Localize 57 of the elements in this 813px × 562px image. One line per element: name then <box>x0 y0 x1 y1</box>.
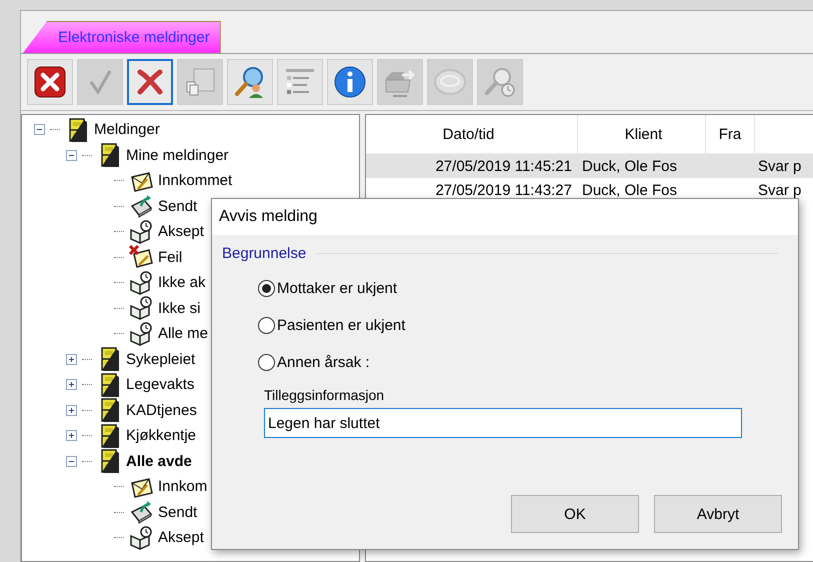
table-cell-text: 27/05/2019 11:45:21 <box>434 158 573 174</box>
table-cell-text: Svar p <box>757 158 802 174</box>
tree-item[interactable]: KADtjenes <box>126 402 197 419</box>
table-cell-text: Duck, Ole Fos <box>581 182 678 198</box>
tree-item[interactable]: Ikke si <box>158 300 201 317</box>
book-clock-icon <box>129 296 153 320</box>
expand-toggle[interactable] <box>66 379 77 390</box>
info-icon <box>332 64 368 100</box>
tree-item[interactable]: Sendt <box>158 504 198 521</box>
tree-item[interactable]: Ikke ak <box>158 274 206 292</box>
expand-toggle[interactable] <box>66 354 77 365</box>
tree-item[interactable]: Alle avde <box>126 452 192 470</box>
column-header[interactable]: Dato/tid <box>366 115 578 153</box>
tree-item[interactable]: Sykepleiet <box>126 350 196 368</box>
tree-item[interactable]: Kjøkkentje <box>126 427 196 444</box>
tree-item[interactable]: Sendt <box>158 198 198 215</box>
radio-button[interactable] <box>258 317 275 334</box>
table-cell-text: 27/05/2019 11:43:27 <box>434 182 573 198</box>
column-header[interactable]: Klient <box>578 115 706 153</box>
tree-item[interactable]: Aksept <box>158 529 204 546</box>
dialog-button[interactable]: Avbryt <box>654 495 782 533</box>
collapse-toggle[interactable] <box>34 124 45 136</box>
dialog-button[interactable]: OK <box>511 495 639 533</box>
field-label: Tilleggsinformasjon <box>264 387 386 403</box>
radio-label[interactable]: Pasienten er ukjent <box>277 317 406 334</box>
table-row[interactable]: 27/05/2019 11:45:21 Duck, Ole Fos Svar p <box>366 154 813 178</box>
book-clock-icon <box>129 322 153 346</box>
radio-label[interactable]: Mottaker er ukjent <box>277 280 398 297</box>
radio-button[interactable] <box>258 354 275 371</box>
tree-item[interactable]: Aksept <box>158 223 204 240</box>
tree-item[interactable]: Mine meldinger <box>126 146 229 164</box>
book-clock-icon <box>129 526 153 550</box>
envelope-arrow-icon <box>129 194 153 218</box>
column-header[interactable]: Fra <box>706 115 755 153</box>
dialog-title: Avvis melding <box>219 208 318 226</box>
tree-item[interactable]: Innkom <box>158 478 208 496</box>
expand-toggle[interactable] <box>66 404 77 416</box>
input-field[interactable]: Legen har sluttet <box>264 408 742 438</box>
table-row[interactable]: 27/05/2019 11:43:27 Duck, Ole Fos Svar p <box>366 178 813 202</box>
expand-toggle[interactable] <box>66 430 77 442</box>
radio-button[interactable] <box>258 280 275 297</box>
book-clock-icon <box>129 220 153 244</box>
collapse-toggle[interactable] <box>66 456 77 467</box>
table-cell-text: Svar p <box>757 182 802 198</box>
radio-label[interactable]: Annen årsak : <box>277 354 370 371</box>
book-clock-icon <box>129 270 153 295</box>
close-icon <box>32 64 68 100</box>
tree-item[interactable]: Innkommet <box>158 172 232 190</box>
tree-item[interactable]: Legevakts <box>126 376 194 394</box>
tree-item[interactable]: Alle me <box>158 325 208 342</box>
envelope-cross-icon <box>129 245 153 270</box>
table-cell-text: Duck, Ole Fos <box>581 158 678 174</box>
envelope-arrow-icon <box>129 500 153 524</box>
tree-item[interactable]: Feil <box>158 248 182 266</box>
tree-item[interactable]: Meldinger <box>94 121 160 138</box>
group-label: Begrunnelse <box>222 245 306 262</box>
collapse-toggle[interactable] <box>66 150 77 161</box>
